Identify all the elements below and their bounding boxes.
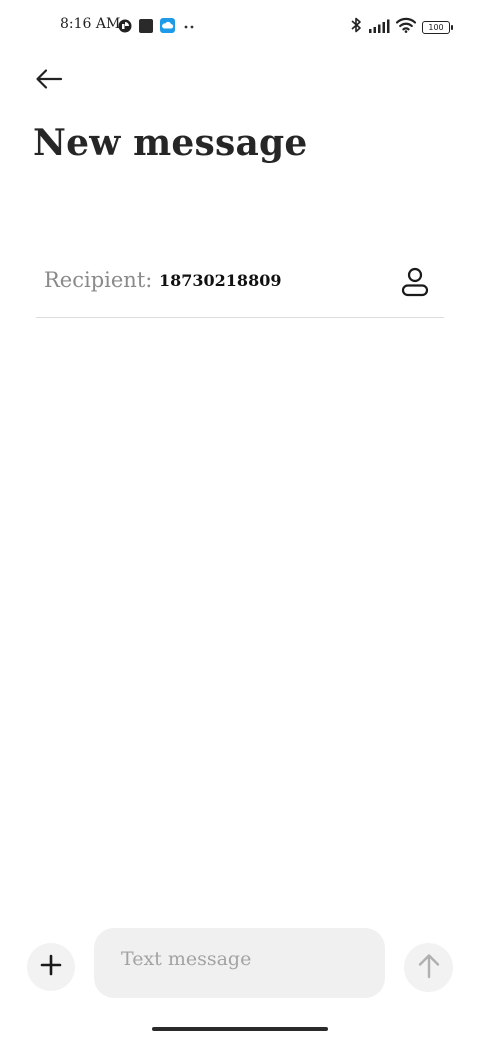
bluetooth-icon	[350, 16, 362, 38]
page-title: New message	[33, 122, 308, 164]
recipient-label: Recipient:	[44, 268, 153, 292]
message-input[interactable]	[121, 948, 361, 970]
signal-icon	[368, 18, 390, 37]
send-button[interactable]	[404, 943, 453, 992]
back-button[interactable]	[32, 64, 66, 98]
cloud-app-icon	[160, 18, 175, 37]
status-time: 8:16 AM	[60, 16, 121, 32]
status-bar: 8:16 AM 100	[0, 0, 480, 54]
recipient-input[interactable]	[159, 271, 379, 290]
battery-icon: 100	[422, 20, 453, 34]
record-icon	[118, 18, 132, 37]
more-dots-icon	[182, 18, 196, 37]
arrow-left-icon	[34, 68, 64, 94]
add-attachment-button[interactable]	[27, 943, 75, 991]
contact-picker-button[interactable]	[400, 267, 430, 301]
battery-level: 100	[428, 22, 444, 32]
square-app-icon	[139, 18, 153, 37]
wifi-icon	[395, 17, 417, 37]
status-right-icons: 100	[350, 16, 453, 38]
message-box	[94, 928, 385, 998]
home-indicator[interactable]	[152, 1027, 328, 1031]
arrow-up-icon	[417, 953, 441, 983]
status-left-icons	[118, 18, 196, 37]
recipient-row: Recipient:	[36, 252, 444, 318]
plus-icon	[40, 954, 62, 980]
person-icon	[401, 267, 429, 301]
